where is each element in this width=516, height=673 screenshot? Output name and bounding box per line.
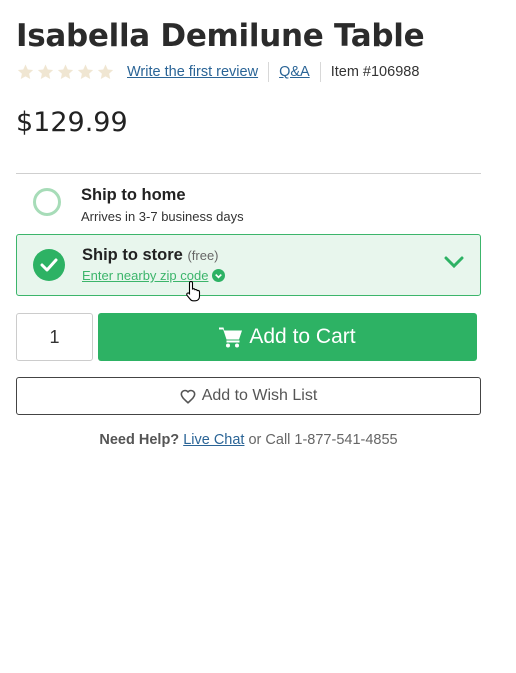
zip-row: Enter nearby zip code bbox=[82, 268, 226, 283]
add-to-wish-list-button[interactable]: Add to Wish List bbox=[16, 377, 481, 415]
live-chat-link[interactable]: Live Chat bbox=[183, 432, 244, 448]
heart-icon bbox=[180, 389, 196, 404]
ship-to-store-option[interactable]: Ship to store (free) Enter nearby zip co… bbox=[16, 234, 481, 302]
star-icon bbox=[57, 64, 74, 80]
ship-home-title: Ship to home bbox=[81, 186, 186, 204]
add-to-cart-row: Add to Cart bbox=[16, 313, 481, 361]
star-icon bbox=[17, 64, 34, 80]
cart-icon bbox=[219, 327, 243, 348]
rating-stars[interactable] bbox=[16, 63, 115, 81]
product-price: $129.99 bbox=[16, 107, 128, 138]
quantity-input[interactable] bbox=[16, 313, 93, 361]
help-line: Need Help? Live Chat or Call 1-877-541-4… bbox=[16, 432, 481, 448]
ship-store-title-row: Ship to store (free) bbox=[82, 246, 219, 265]
ship-to-home-option[interactable]: Ship to home Arrives in 3-7 business day… bbox=[16, 174, 481, 234]
product-meta-row: Write the first review Q&A Item #106988 bbox=[16, 61, 481, 83]
divider bbox=[319, 62, 321, 82]
add-to-cart-button[interactable]: Add to Cart bbox=[98, 313, 477, 361]
chevron-down-icon[interactable] bbox=[444, 255, 464, 269]
radio-unselected-icon bbox=[33, 188, 61, 216]
chevron-circle-icon[interactable] bbox=[212, 269, 226, 282]
product-title: Isabella Demilune Table bbox=[16, 18, 425, 54]
item-number: Item #106988 bbox=[330, 64, 420, 80]
ship-home-subtitle: Arrives in 3-7 business days bbox=[81, 209, 244, 224]
call-text: or Call 1-877-541-4855 bbox=[248, 432, 398, 448]
qa-link[interactable]: Q&A bbox=[279, 64, 310, 80]
add-to-cart-label: Add to Cart bbox=[249, 325, 356, 348]
star-icon bbox=[77, 64, 94, 80]
free-badge: (free) bbox=[187, 248, 219, 263]
help-prefix: Need Help? bbox=[99, 432, 180, 448]
check-icon bbox=[33, 249, 65, 281]
star-icon bbox=[97, 64, 114, 80]
wish-list-label: Add to Wish List bbox=[201, 387, 318, 404]
hand-pointer-icon bbox=[186, 280, 201, 302]
star-icon bbox=[37, 64, 54, 80]
ship-store-title: Ship to store bbox=[82, 246, 183, 264]
product-panel: Isabella Demilune Table Write the first … bbox=[16, 0, 481, 448]
divider bbox=[268, 62, 270, 82]
write-review-link[interactable]: Write the first review bbox=[127, 64, 258, 80]
